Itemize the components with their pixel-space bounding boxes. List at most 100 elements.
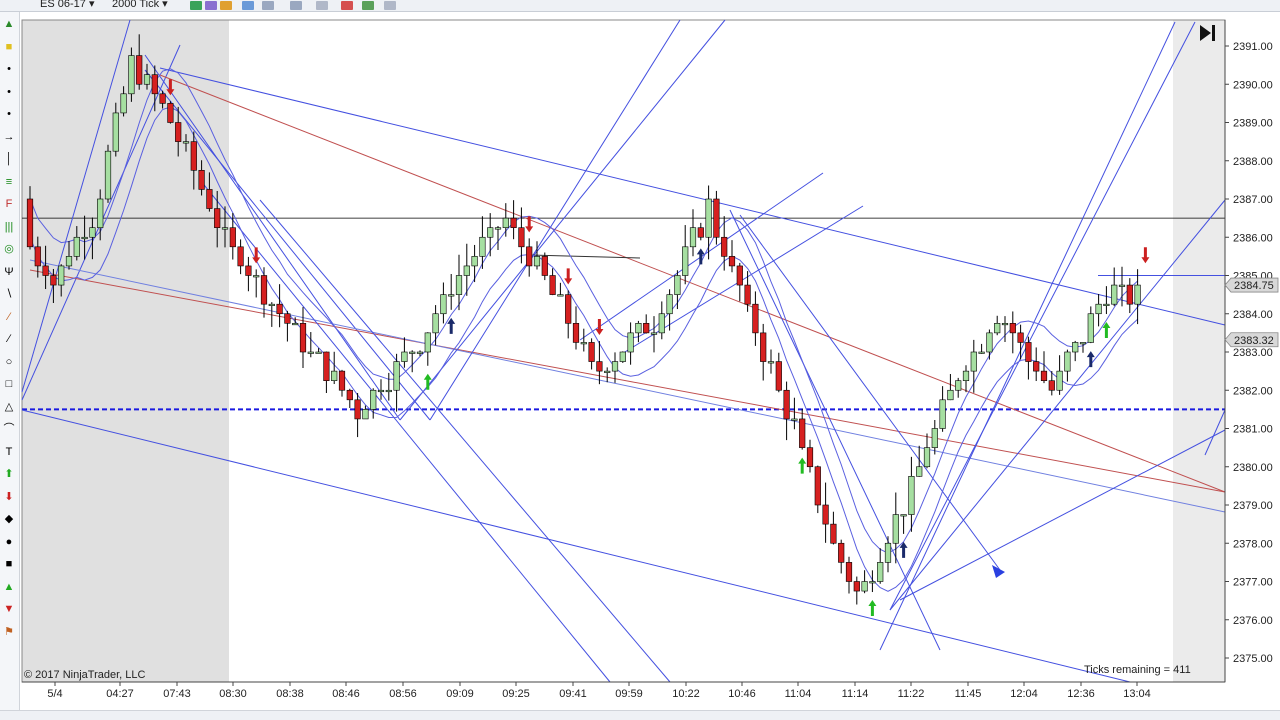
candle-up xyxy=(658,313,665,334)
candle-down xyxy=(167,103,174,123)
candle-down xyxy=(159,93,166,104)
time-tick-label: 09:25 xyxy=(502,688,530,700)
time-tick-label: 08:38 xyxy=(276,688,304,700)
candle-up xyxy=(440,294,447,315)
time-tick-label: 08:56 xyxy=(389,688,417,700)
target-triangle-icon xyxy=(992,565,1005,578)
candle-down xyxy=(323,351,330,381)
candle-down xyxy=(260,275,268,305)
drawn-trend-line-5 xyxy=(159,74,1226,493)
candle-down xyxy=(346,389,353,401)
candle-down xyxy=(588,342,595,362)
candle-up xyxy=(1118,284,1126,287)
chart-scrollbar[interactable] xyxy=(0,710,1280,720)
candle-up xyxy=(611,361,619,372)
price-tick-label: 2378.00 xyxy=(1233,538,1273,550)
candle-down xyxy=(198,170,205,190)
drawn-trend-line-15 xyxy=(729,209,941,651)
candle-down xyxy=(229,227,236,248)
price-marker-label: 2383.32 xyxy=(1234,335,1274,347)
candle-down xyxy=(541,256,548,276)
candle-up xyxy=(385,389,392,393)
candle-up xyxy=(580,342,587,345)
candle-down xyxy=(190,141,197,171)
time-tick-label: 11:04 xyxy=(785,688,812,700)
price-tick-label: 2375.00 xyxy=(1233,653,1273,665)
candle-down xyxy=(775,361,782,391)
sell-signal-arrow xyxy=(1141,247,1150,264)
candle-up xyxy=(557,294,564,297)
time-axis: 5/4 04:27 07:43 08:30 08:38 08:46 08:56 09:09 09… xyxy=(22,681,1225,700)
candle-up xyxy=(253,275,260,278)
price-tick-label: 2389.00 xyxy=(1233,118,1273,130)
price-tick-label: 2388.00 xyxy=(1233,156,1273,168)
price-chart[interactable]: 2391.00 2390.00 2389.00 2388.00 2387.00 2386.… xyxy=(0,0,1280,720)
candle-up xyxy=(791,418,798,421)
time-tick-label: 07:43 xyxy=(163,688,191,700)
candle-down xyxy=(744,284,751,305)
candle-up xyxy=(268,303,275,306)
candle-down xyxy=(572,323,580,343)
drawn-trend-line-4 xyxy=(159,67,1226,326)
candle-up xyxy=(892,514,899,544)
candle-up xyxy=(689,227,697,248)
candle-up xyxy=(635,323,642,334)
candle-up xyxy=(627,332,634,353)
time-tick-label: 12:04 xyxy=(1010,688,1038,700)
ticks-remaining-text: Ticks remaining = 411 xyxy=(1084,664,1191,676)
postmarket-shade xyxy=(1173,20,1225,682)
candle-down xyxy=(799,418,806,448)
price-tick-label: 2390.00 xyxy=(1233,79,1273,91)
candle-down xyxy=(822,504,829,525)
candle-up xyxy=(884,542,892,563)
time-tick-label: 12:36 xyxy=(1067,688,1095,700)
price-tick-label: 2391.00 xyxy=(1233,41,1273,53)
candle-up xyxy=(65,256,73,267)
candle-up xyxy=(923,447,931,468)
buy-signal-arrow xyxy=(868,600,877,617)
candle-up xyxy=(767,361,775,364)
drawn-trend-line-10 xyxy=(429,19,681,421)
candle-down xyxy=(713,198,720,238)
candle-up xyxy=(487,227,494,238)
candle-up xyxy=(1056,370,1063,391)
candle-down xyxy=(838,542,845,563)
candle-up xyxy=(1064,351,1071,372)
end-bar xyxy=(1212,25,1215,41)
candle-up xyxy=(705,198,712,238)
candle-up xyxy=(666,294,673,315)
candle-down xyxy=(1025,342,1032,362)
candle-up xyxy=(89,227,96,238)
candle-up xyxy=(409,351,416,354)
candle-down xyxy=(697,227,704,238)
candle-down xyxy=(845,562,853,582)
candle-down xyxy=(806,447,814,468)
candle-up xyxy=(970,351,977,372)
candle-up xyxy=(869,581,876,584)
candle-up xyxy=(120,93,127,114)
candle-up xyxy=(182,141,190,144)
price-tick-label: 2384.00 xyxy=(1233,309,1273,321)
candle-down xyxy=(50,275,57,286)
buy-signal-arrow xyxy=(798,457,807,474)
entry-signal-arrow xyxy=(1086,351,1095,368)
time-tick-label: 08:46 xyxy=(332,688,360,700)
candle-up xyxy=(533,256,541,267)
signal-arrows xyxy=(166,79,1150,617)
candle-up xyxy=(448,294,455,297)
candle-down xyxy=(299,323,307,353)
drawn-trend-line-17 xyxy=(889,21,1196,611)
candle-up xyxy=(315,351,322,354)
candle-down xyxy=(214,208,221,228)
drawn-trend-line-16 xyxy=(739,214,1001,571)
candle-down xyxy=(1033,361,1040,372)
candle-up xyxy=(471,256,478,267)
candle-up xyxy=(900,514,907,517)
candle-up xyxy=(73,236,80,257)
candle-down xyxy=(728,256,736,267)
candle-up xyxy=(978,351,985,354)
price-tick-label: 2386.00 xyxy=(1233,232,1273,244)
candle-up xyxy=(331,370,338,381)
candle-down xyxy=(1009,323,1016,334)
candle-up xyxy=(292,323,299,326)
